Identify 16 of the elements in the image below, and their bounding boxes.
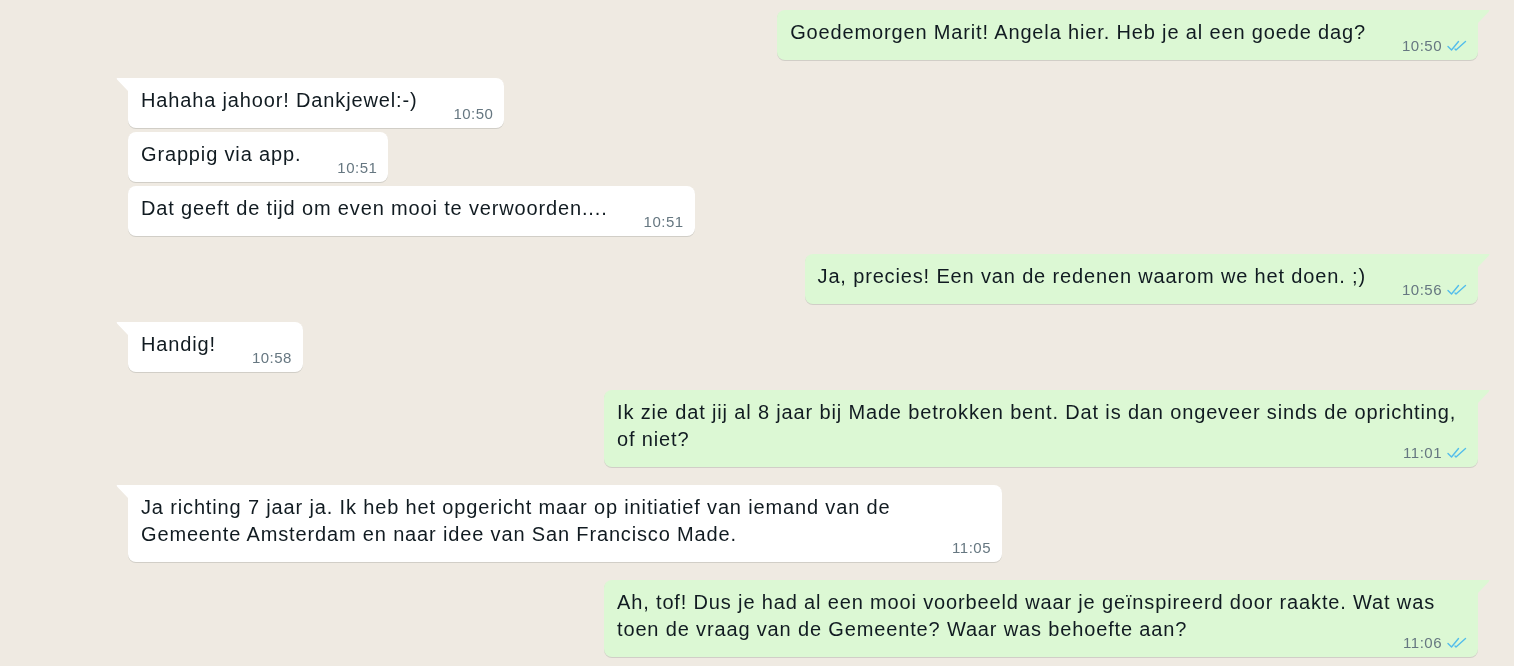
message-text: Ja, precies! Een van de redenen waarom we het doen. ;) <box>817 265 1366 287</box>
message-text: Hahaha jahoor! Dankjewel:-) <box>141 89 418 111</box>
message-time: 11:06 <box>1403 635 1442 651</box>
message-time: 10:58 <box>251 350 292 366</box>
message-time: 11:01 <box>1403 445 1442 461</box>
message-time: 10:56 <box>1401 282 1442 298</box>
message-text: Grappig via app. <box>141 143 302 165</box>
message-time: 10:51 <box>337 160 378 176</box>
message-text: Handig! <box>141 333 216 355</box>
message-text: Ja richting 7 jaar ja. Ik heb het opgericht maar op initiatief van iemand van de Gemeente Amsterdam en naar idee van San Francisco Made. <box>141 496 891 545</box>
message-time: 10:50 <box>1401 38 1442 54</box>
message-time: 11:05 <box>952 540 991 556</box>
message-time: 10:50 <box>453 106 494 122</box>
message-text: Dat geeft de tijd om even mooi te verwoorden.... <box>141 197 608 219</box>
message-time: 10:51 <box>643 214 684 230</box>
message-text: Goedemorgen Marit! Angela hier. Heb je al een goede dag? <box>790 21 1366 43</box>
